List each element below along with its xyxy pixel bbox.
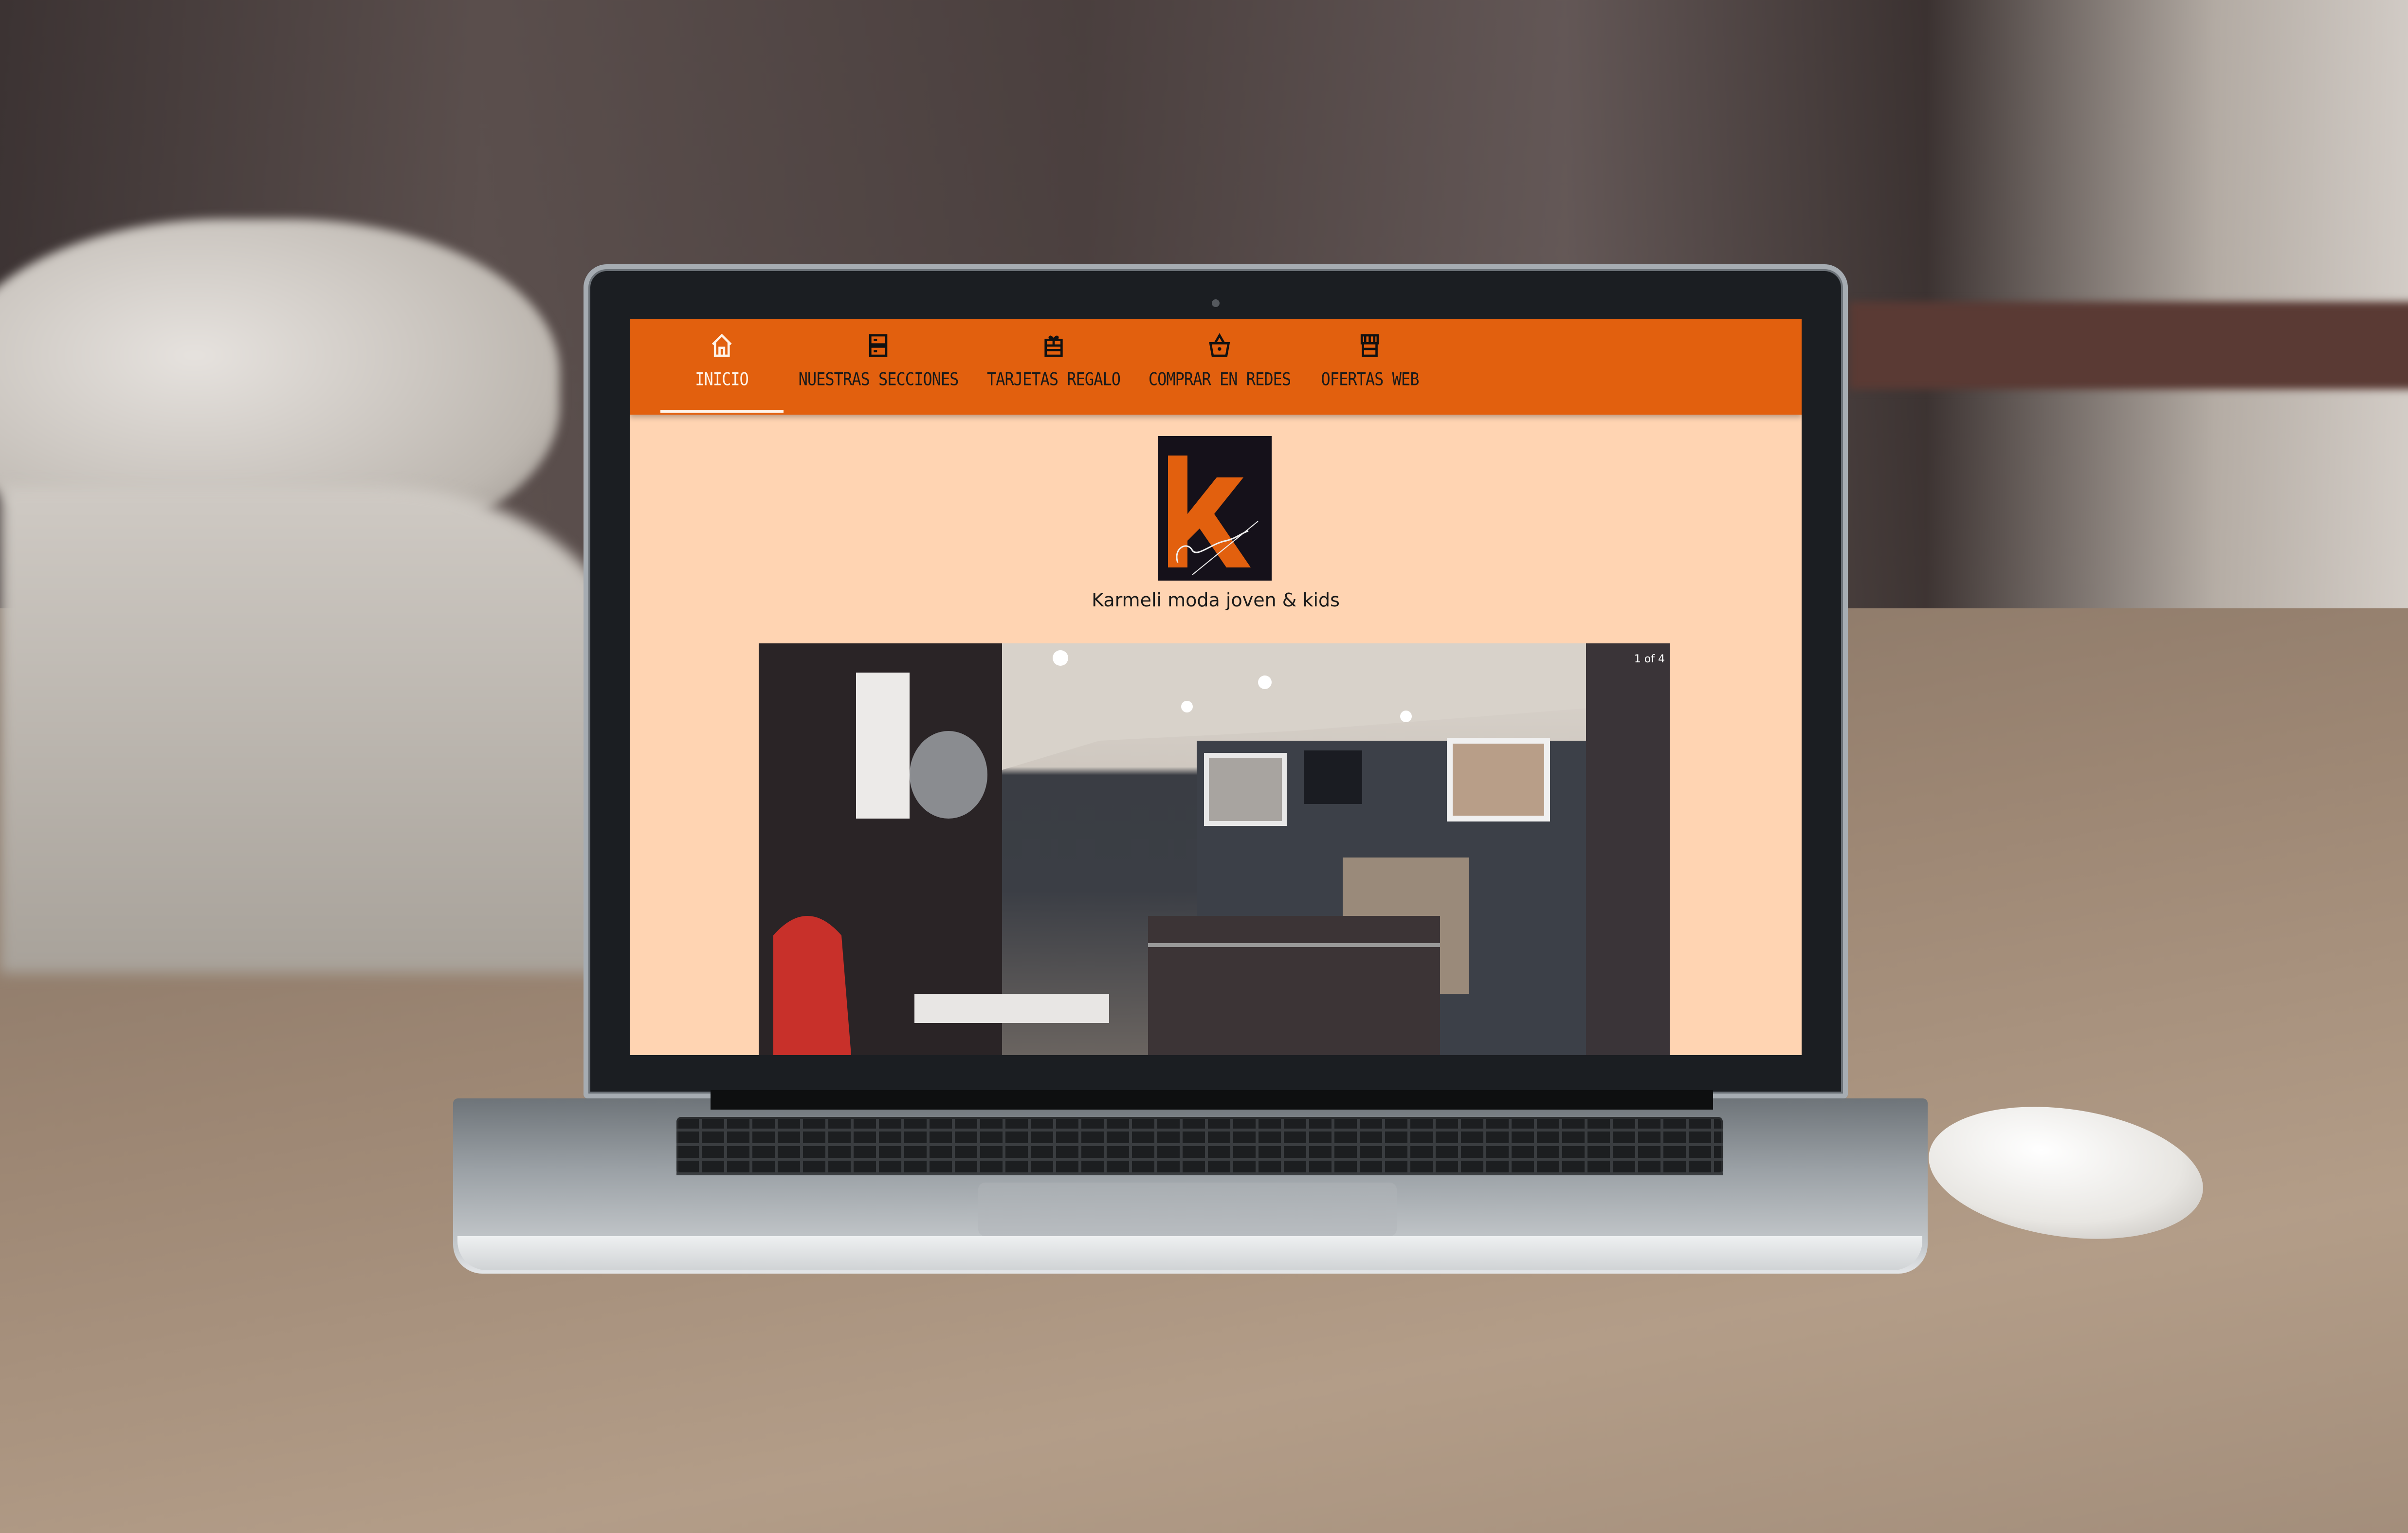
camera [1212, 299, 1220, 307]
website-screen: INICIO NUESTRAS SECCIONES TARJETAS REGAL… [630, 319, 1802, 1055]
keyboard [676, 1117, 1723, 1175]
nav-item-inicio[interactable]: INICIO [695, 319, 749, 415]
nav-item-tarjetas-regalo[interactable]: TARJETAS REGALO [987, 319, 1121, 415]
home-icon [711, 333, 732, 357]
store-interior-image [759, 643, 1670, 1055]
nav-label: TARJETAS REGALO [987, 368, 1121, 390]
store-icon [1361, 334, 1379, 357]
nav-label: NUESTRAS SECCIONES [798, 368, 959, 390]
nav-item-ofertas-web[interactable]: OFERTAS WEB [1321, 319, 1419, 415]
nav-item-comprar-en-redes[interactable]: COMPRAR EN REDES [1149, 319, 1291, 415]
nav-label: OFERTAS WEB [1321, 368, 1420, 390]
trackpad [978, 1183, 1397, 1236]
background-table [1849, 302, 2408, 389]
nav-label: COMPRAR EN REDES [1148, 368, 1291, 390]
active-tab-indicator [660, 410, 784, 413]
nav-label: INICIO [695, 368, 749, 390]
main-nav: INICIO NUESTRAS SECCIONES TARJETAS REGAL… [630, 319, 1802, 415]
slide-counter: 1 of 4 [1634, 653, 1665, 665]
nav-item-nuestras-secciones[interactable]: NUESTRAS SECCIONES [799, 319, 959, 415]
store-photo-slideshow[interactable]: 1 of 4 [759, 643, 1670, 1055]
gift-icon [1044, 335, 1063, 357]
brand-logo[interactable] [1158, 436, 1272, 581]
laptop-front-edge [457, 1236, 1922, 1270]
tagline: Karmeli moda joven & kids [1092, 589, 1340, 611]
sheet [0, 487, 633, 973]
laptop-hinge [711, 1090, 1713, 1110]
sections-icon [869, 334, 888, 357]
basket-icon [1209, 333, 1230, 357]
